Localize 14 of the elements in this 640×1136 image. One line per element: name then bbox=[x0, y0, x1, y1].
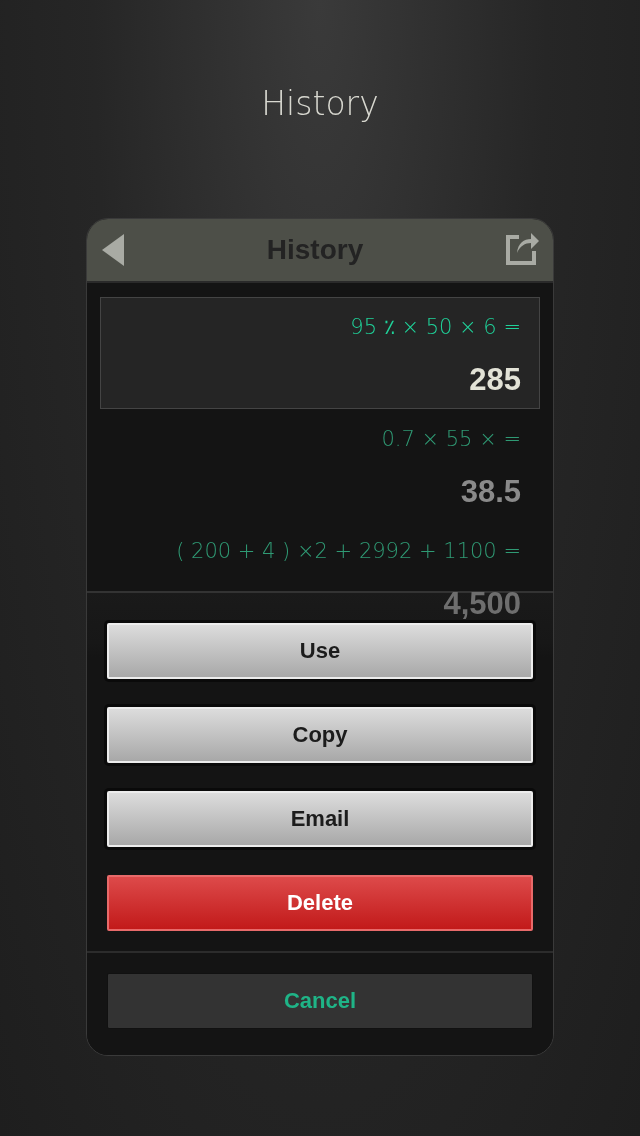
action-button[interactable]: Delete bbox=[107, 875, 533, 931]
screen-title: History bbox=[261, 84, 379, 124]
expression-text: 0.7 × 55 × = bbox=[380, 426, 521, 453]
result-text: 38.5 bbox=[459, 473, 521, 511]
result-text: 4,500 bbox=[442, 585, 521, 623]
action-button[interactable]: Use bbox=[107, 623, 533, 679]
cancel-button[interactable]: Cancel bbox=[107, 973, 533, 1029]
action-button[interactable]: Copy bbox=[107, 707, 533, 763]
expression-text: 95 ٪ × 50 × 6 = bbox=[349, 314, 521, 341]
result-text: 285 bbox=[468, 361, 521, 399]
expression-text: ( 200 + 4 ) ×2 + 2992 + 1100 = bbox=[175, 538, 521, 565]
back-icon[interactable] bbox=[101, 233, 125, 267]
history-entry[interactable]: 0.7 × 55 × = 38.5 bbox=[100, 409, 540, 521]
action-button[interactable]: Email bbox=[107, 791, 533, 847]
